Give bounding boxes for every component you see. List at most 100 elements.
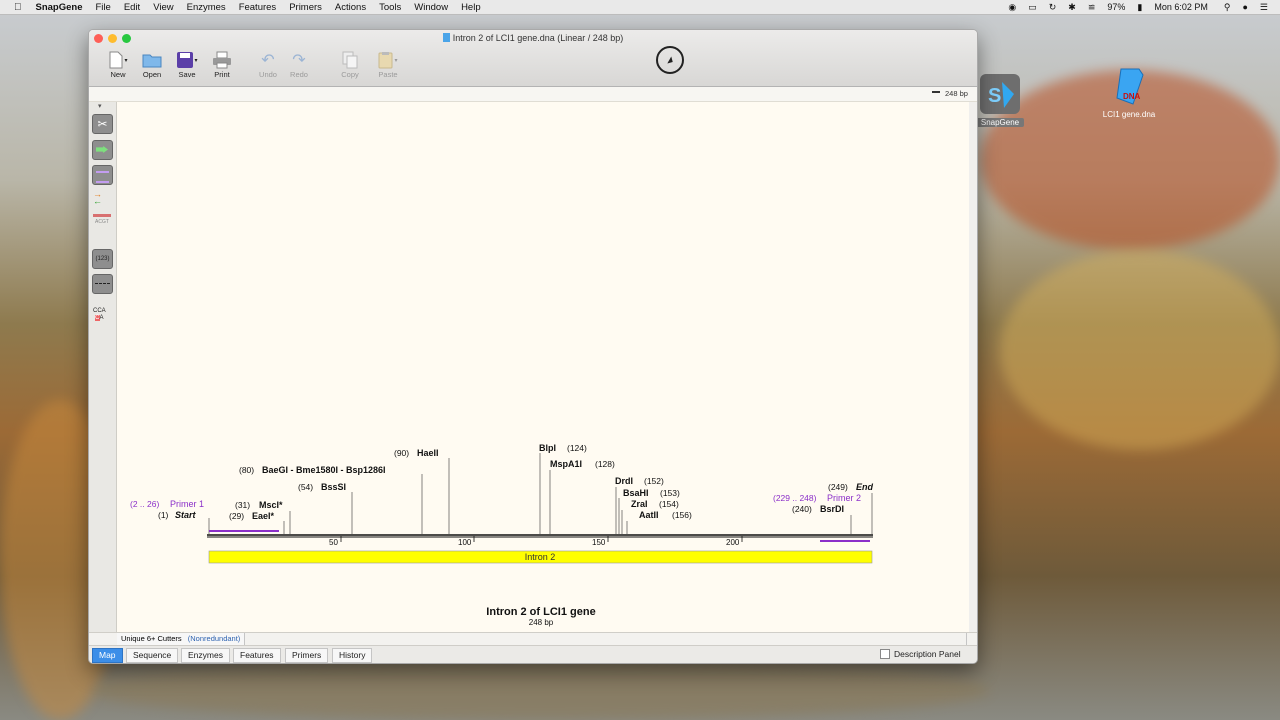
label-bsrdi[interactable]: BsrDI: [820, 504, 844, 514]
enzyme-filter-selector[interactable]: Unique 6+ Cutters (Nonredundant): [117, 633, 246, 645]
menu-window[interactable]: Window: [414, 2, 448, 13]
tab-features[interactable]: Features: [233, 648, 281, 663]
enzyme-filter-mode: (Nonredundant): [187, 634, 241, 643]
paste-button[interactable]: ▾ Paste: [370, 50, 406, 79]
label-aatii[interactable]: AatII: [639, 510, 659, 520]
time-machine-icon[interactable]: ↻: [1049, 2, 1057, 13]
ruler-tool-button[interactable]: [92, 274, 113, 294]
open-button[interactable]: Open: [134, 50, 170, 79]
tick-label-100: 100: [458, 538, 472, 547]
primer-lines-icon: [96, 171, 109, 183]
apple-menu-icon[interactable]: : [14, 2, 22, 13]
snapgene-window: Intron 2 of LCI1 gene.dna (Linear / 248 …: [88, 29, 978, 664]
scissors-icon: ✂: [97, 117, 108, 131]
menu-help[interactable]: Help: [461, 2, 481, 13]
description-panel-label: Description Panel: [894, 649, 961, 659]
numbers-tool-button[interactable]: (123): [92, 249, 113, 269]
cursor-highlight: [656, 46, 684, 74]
print-button[interactable]: Print: [204, 50, 240, 79]
airplay-icon[interactable]: ▭: [1028, 2, 1037, 13]
copy-icon: [332, 50, 368, 70]
desktop-wallpaper-fog: [1000, 250, 1280, 450]
label-bsahi[interactable]: BsaHI: [623, 488, 649, 498]
label-bsssi[interactable]: BssSI: [321, 482, 346, 492]
menu-tools[interactable]: Tools: [379, 2, 401, 13]
tool-sidebar: ▾ ✂ → ← ACGT (123) CCA CA: [89, 102, 117, 634]
record-icon[interactable]: ◉: [1008, 2, 1016, 13]
tab-sequence[interactable]: Sequence: [126, 648, 179, 663]
new-label: New: [110, 70, 126, 79]
label-primer-2[interactable]: Primer 2: [827, 493, 861, 503]
tab-map[interactable]: Map: [92, 648, 123, 663]
tab-history[interactable]: History: [332, 648, 373, 663]
menu-actions[interactable]: Actions: [335, 2, 366, 13]
label-start[interactable]: Start: [175, 510, 197, 520]
copy-button[interactable]: Copy: [332, 50, 368, 79]
redo-button[interactable]: ↷ Redo: [281, 50, 317, 79]
label-eaei[interactable]: EaeI*: [252, 511, 275, 521]
menu-app-name[interactable]: SnapGene: [36, 2, 83, 13]
menu-edit[interactable]: Edit: [124, 2, 140, 13]
battery-percent[interactable]: 97%: [1107, 2, 1125, 12]
desktop-icon-dna-file[interactable]: DNA LCI1 gene.dna: [1098, 66, 1160, 119]
desktop-icon-snapgene[interactable]: S SnapGene: [976, 72, 1024, 127]
printer-icon: [204, 50, 240, 70]
floppy-disk-icon: ▾: [169, 50, 205, 70]
label-haeii[interactable]: HaeII: [417, 448, 439, 458]
user-avatar-icon[interactable]: ●: [1242, 2, 1247, 12]
description-panel-toggle[interactable]: Description Panel: [880, 649, 961, 659]
label-baegi-bme1580i-bsp1286i[interactable]: BaeGI - Bme1580I - Bsp1286I: [262, 465, 386, 475]
tab-enzymes[interactable]: Enzymes: [181, 648, 230, 663]
menu-file[interactable]: File: [96, 2, 111, 13]
spotlight-search-icon[interactable]: ⚲: [1224, 2, 1231, 13]
label-pos-blpi: (124): [567, 443, 587, 453]
orf-tool-icon[interactable]: → ←: [93, 190, 113, 206]
battery-icon[interactable]: ▮: [1137, 2, 1142, 13]
enzyme-filter-bar: Unique 6+ Cutters (Nonredundant): [89, 632, 977, 646]
tab-primers[interactable]: Primers: [285, 648, 329, 663]
label-pos-aatii: (156): [672, 510, 692, 520]
menu-enzymes[interactable]: Enzymes: [187, 2, 226, 13]
wifi-icon[interactable]: ≌: [1088, 2, 1096, 13]
new-button[interactable]: ▾ New: [100, 50, 136, 79]
label-pos-start: (1): [158, 510, 169, 520]
window-title-text: Intron 2 of LCI1 gene.dna (Linear / 248 …: [452, 33, 624, 43]
menu-primers[interactable]: Primers: [289, 2, 322, 13]
clock[interactable]: Mon 6:02 PM: [1154, 2, 1208, 12]
label-blpi[interactable]: BlpI: [539, 443, 556, 453]
dna-file-icon: DNA: [1116, 68, 1144, 105]
label-drdi[interactable]: DrdI: [615, 476, 633, 486]
save-label: Save: [178, 70, 196, 79]
translation-tool-icon[interactable]: CCA CA: [93, 308, 106, 322]
map-view: 50 100 150 200 Intron 2 (1) Start (2 .. …: [117, 102, 969, 632]
label-pos-primer-1: (2 .. 26): [130, 499, 159, 509]
label-primer-1[interactable]: Primer 1: [170, 499, 204, 509]
sequence-tool-icon[interactable]: ACGT: [93, 214, 111, 228]
enzyme-filter-label: Unique 6+ Cutters: [121, 634, 182, 643]
folder-icon: [134, 50, 170, 70]
notification-center-icon[interactable]: ☰: [1260, 2, 1268, 13]
label-pos-zrai: (154): [659, 499, 679, 509]
new-document-icon: ▾: [100, 50, 136, 70]
menu-features[interactable]: Features: [239, 2, 277, 13]
map-subtitle: 248 bp: [529, 618, 554, 627]
save-button[interactable]: ▾ Save: [169, 50, 205, 79]
description-panel-checkbox[interactable]: [880, 649, 890, 659]
features-tool-button[interactable]: [92, 140, 113, 160]
label-mspa1i[interactable]: MspA1I: [550, 459, 582, 469]
label-zrai[interactable]: ZraI: [631, 499, 648, 509]
window-title: Intron 2 of LCI1 gene.dna (Linear / 248 …: [89, 33, 977, 43]
bluetooth-icon[interactable]: ✱: [1068, 2, 1076, 13]
label-msci[interactable]: MscI*: [259, 500, 283, 510]
svg-text:DNA: DNA: [1123, 92, 1141, 101]
label-pos-bsahi: (153): [660, 488, 680, 498]
green-arrow-icon: [96, 146, 108, 153]
scissors-tool-button[interactable]: ✂: [92, 114, 113, 134]
horizontal-scrollbar[interactable]: [966, 633, 977, 645]
copy-label: Copy: [341, 70, 359, 79]
primers-tool-button[interactable]: [92, 165, 113, 185]
sidebar-collapse-icon[interactable]: ▾: [98, 102, 102, 110]
menu-view[interactable]: View: [153, 2, 173, 13]
zoom-out-icon[interactable]: [932, 91, 940, 93]
label-end[interactable]: End: [856, 482, 874, 492]
